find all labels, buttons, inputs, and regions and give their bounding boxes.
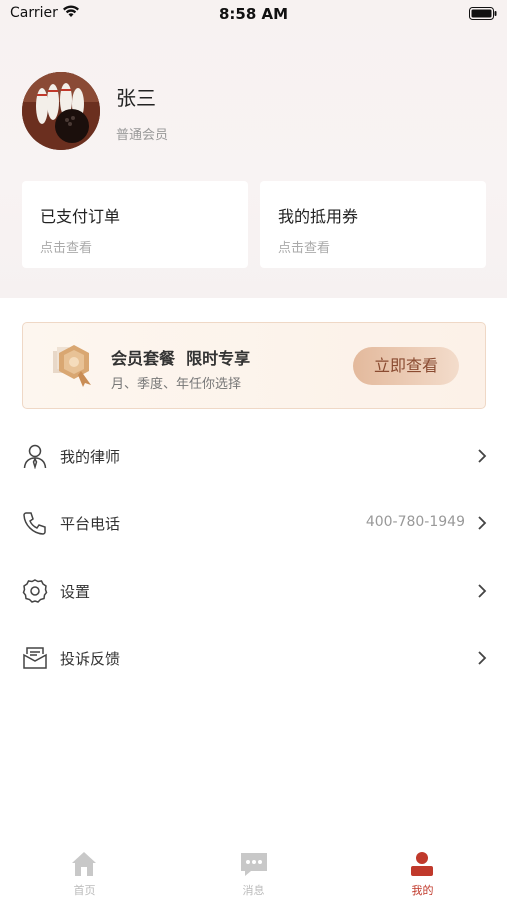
tab-label: 我的	[411, 884, 434, 897]
battery-icon	[469, 7, 497, 24]
menu-label: 设置	[60, 583, 91, 601]
tab-mine[interactable]: 我的	[338, 838, 507, 900]
menu-item-feedback[interactable]: 投诉反馈	[0, 628, 507, 688]
status-bar: Carrier 8:58 AM	[0, 0, 507, 28]
chevron-right-icon	[477, 515, 487, 535]
tab-bar: 首页 消息 我的	[0, 838, 507, 900]
card-title: 已支付订单	[40, 207, 121, 226]
user-icon	[408, 850, 436, 882]
message-icon	[239, 850, 269, 882]
status-time: 8:58 AM	[218, 5, 289, 23]
menu-label: 我的律师	[60, 448, 121, 466]
gear-icon	[22, 578, 48, 608]
tab-home[interactable]: 首页	[0, 838, 169, 900]
view-now-button[interactable]: 立即查看	[353, 347, 459, 385]
banner-title: 会员套餐 限时专享	[111, 349, 251, 368]
feedback-icon	[22, 645, 48, 675]
chevron-right-icon	[477, 583, 487, 603]
phone-number: 400-780-1949	[365, 514, 465, 530]
menu-item-settings[interactable]: 设置	[0, 561, 507, 621]
card-title: 我的抵用券	[278, 207, 359, 226]
menu-item-platform-phone[interactable]: 平台电话 400-780-1949	[0, 493, 507, 553]
coupons-card[interactable]: 我的抵用券 点击查看	[260, 181, 486, 268]
card-subtitle: 点击查看	[40, 241, 93, 256]
paid-orders-card[interactable]: 已支付订单 点击查看	[22, 181, 248, 268]
vip-badge-icon	[51, 341, 97, 391]
lawyer-icon	[22, 443, 48, 473]
menu-label: 投诉反馈	[60, 650, 121, 668]
tab-label: 首页	[73, 884, 96, 897]
home-icon	[70, 850, 98, 882]
banner-subtitle: 月、季度、年任你选择	[111, 377, 242, 392]
phone-icon	[22, 510, 48, 540]
menu-item-my-lawyer[interactable]: 我的律师	[0, 426, 507, 486]
avatar[interactable]	[22, 72, 100, 150]
member-level: 普通会员	[116, 128, 169, 143]
membership-banner[interactable]: 会员套餐 限时专享 月、季度、年任你选择 立即查看	[22, 322, 486, 409]
card-subtitle: 点击查看	[278, 241, 331, 256]
user-name: 张三	[116, 86, 156, 110]
tab-label: 消息	[242, 884, 265, 897]
chevron-right-icon	[477, 448, 487, 468]
menu-label: 平台电话	[60, 515, 121, 533]
chevron-right-icon	[477, 650, 487, 670]
tab-messages[interactable]: 消息	[169, 838, 338, 900]
